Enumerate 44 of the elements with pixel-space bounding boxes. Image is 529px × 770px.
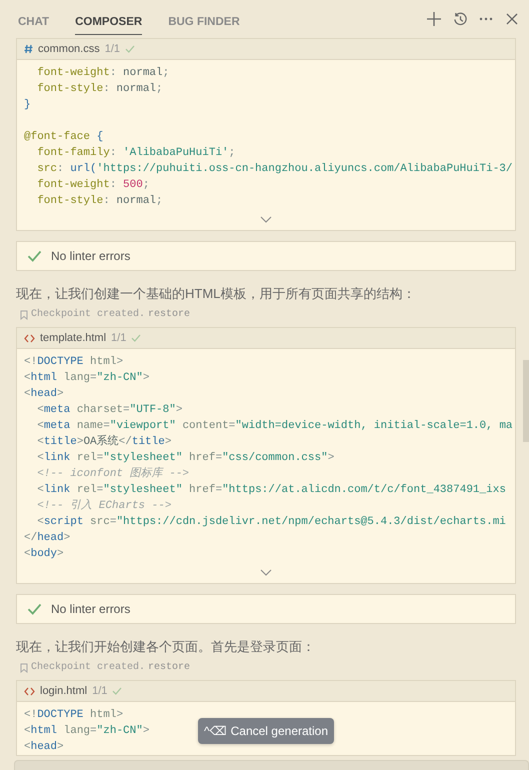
restore-link[interactable]: restore <box>148 662 190 673</box>
code-line: <head> <box>24 740 64 755</box>
tooltip-label: Cancel generation <box>230 724 328 738</box>
file-name[interactable]: common.css <box>38 43 100 55</box>
file-name[interactable]: template.html <box>40 332 106 344</box>
code-line: font-style: normal; <box>36 194 163 209</box>
code-line: </head> <box>24 531 70 546</box>
code-line: <!DOCTYPE html> <box>24 708 124 723</box>
assistant-message: 现在，让我们创建一个基础的HTML模板，用于所有页面共享的结构： <box>16 285 416 303</box>
code-line: <link rel="stylesheet" href="https://at.alicdn.com/t/c/font_4387491_ixs <box>36 483 506 498</box>
code-line: font-weight: 500; <box>36 178 150 193</box>
code-line: <title>OA系统</title> <box>36 434 172 450</box>
change-counter: 1/1 <box>92 685 108 697</box>
tab[interactable]: BUG FINDER <box>168 8 240 34</box>
code-line: font-weight: normal; <box>36 66 170 81</box>
code-line: <html lang="zh-CN"> <box>24 724 150 739</box>
tab[interactable]: CHAT <box>18 8 50 34</box>
code-line: <html lang="zh-CN"> <box>24 371 150 386</box>
shortcut-text: ^⌫ <box>204 724 227 738</box>
change-counter: 1/1 <box>104 43 120 55</box>
change-counter: 1/1 <box>111 332 126 344</box>
code-line: <script src="https://cdn.jsdelivr.net/npm/echarts@5.4.3/dist/echarts.mi <box>36 515 506 530</box>
code-line: <meta name="viewport" content="width=device-width, initial-scale=1.0, ma <box>36 419 513 434</box>
code-line: font-style: normal; <box>36 82 163 97</box>
checkpoint-text: Checkpoint created. <box>31 662 146 673</box>
linter-text: No linter errors <box>51 602 130 616</box>
code-line: @font-face { <box>24 130 104 145</box>
assistant-message: 现在，让我们开始创建各个页面。首先是登录页面： <box>16 638 316 656</box>
code-line: <body> <box>24 547 64 562</box>
file-name[interactable]: login.html <box>40 685 88 697</box>
linter-text: No linter errors <box>51 249 130 263</box>
code-line: <!-- 引入 ECharts --> <box>36 498 172 514</box>
checkpoint-text: Checkpoint created. <box>31 309 146 320</box>
code-line: } <box>24 98 31 113</box>
code-line: src: url('https://puhuiti.oss-cn-hangzhou.aliyuncs.com/AlibabaPuHuiTi-3/ <box>36 162 512 177</box>
code-line: <!-- iconfont 图标库 --> <box>36 466 190 482</box>
code-line: font-family: 'AlibabaPuHuiTi'; <box>36 146 236 161</box>
cancel-tooltip[interactable]: ^⌫ Cancel generation <box>198 718 334 744</box>
code-line: <link rel="stylesheet" href="css/common.css"> <box>36 451 334 466</box>
code-line: <head> <box>24 387 64 402</box>
code-line: <meta charset="UTF-8"> <box>36 403 182 418</box>
tab[interactable]: COMPOSER <box>75 8 142 34</box>
restore-link[interactable]: restore <box>148 309 190 320</box>
code-line: <!DOCTYPE html> <box>24 355 124 370</box>
